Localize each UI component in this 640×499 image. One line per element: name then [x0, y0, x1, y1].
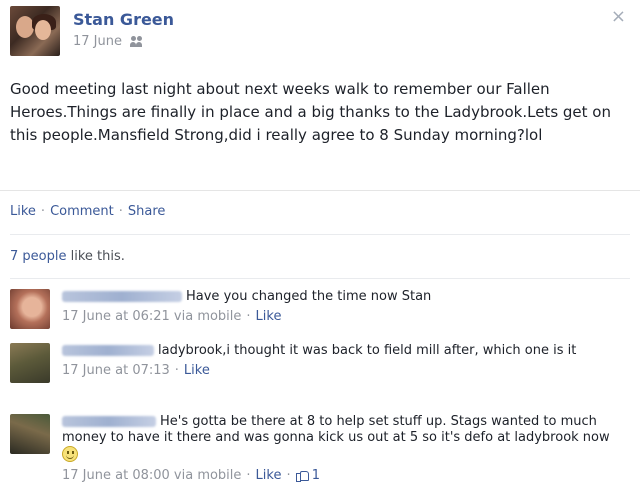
comment-body: ladybrook,i thought it was back to field…: [62, 343, 628, 379]
comment-avatar[interactable]: [10, 343, 50, 383]
post-actions: Like · Comment · Share: [10, 204, 165, 219]
separator: ·: [286, 468, 291, 483]
share-button[interactable]: Share: [128, 204, 166, 219]
comment-like-button[interactable]: Like: [256, 468, 282, 483]
friends-icon[interactable]: [130, 35, 144, 48]
close-icon[interactable]: ×: [611, 6, 626, 27]
comment-avatar[interactable]: [10, 414, 50, 454]
separator: ·: [40, 204, 46, 219]
comment-meta: 17 June at 08:00 via mobile · Like · 1: [62, 468, 628, 484]
comment-time[interactable]: 17 June at 08:00 via mobile: [62, 468, 241, 483]
comment-avatar[interactable]: [10, 289, 50, 329]
comment-text: ladybrook,i thought it was back to field…: [158, 343, 577, 358]
comment-time[interactable]: 17 June at 07:13: [62, 363, 170, 378]
separator: ·: [118, 204, 123, 219]
like-button[interactable]: Like: [10, 204, 36, 219]
like-count: 1: [311, 468, 321, 483]
commenter-name[interactable]: [62, 345, 154, 356]
separator: ·: [174, 363, 179, 378]
commenter-name[interactable]: [62, 416, 156, 427]
commenter-name[interactable]: [62, 291, 182, 302]
thumbs-up-icon: [295, 469, 309, 482]
author-name[interactable]: Stan Green: [73, 10, 174, 29]
comment-like-count[interactable]: 1: [295, 468, 321, 483]
comment-text: Have you changed the time now Stan: [186, 289, 432, 304]
separator: ·: [246, 309, 251, 324]
comment-meta: 17 June at 06:21 via mobile · Like: [62, 309, 628, 325]
comment-button[interactable]: Comment: [50, 204, 114, 219]
likes-suffix: like this.: [66, 249, 125, 264]
comment-like-button[interactable]: Like: [256, 309, 282, 324]
divider: [10, 278, 630, 279]
comment-meta: 17 June at 07:13 · Like: [62, 363, 628, 379]
post-header: Stan Green 17 June ×: [10, 6, 630, 58]
comment-like-button[interactable]: Like: [184, 363, 210, 378]
separator: ·: [246, 468, 251, 483]
divider: [0, 190, 640, 191]
comment-time[interactable]: 17 June at 06:21 via mobile: [62, 309, 241, 324]
post-date[interactable]: 17 June: [73, 34, 122, 49]
post-meta: 17 June: [73, 34, 144, 49]
comment-body: Have you changed the time now Stan 17 Ju…: [62, 289, 628, 325]
avatar[interactable]: [10, 6, 60, 56]
likes-people-link[interactable]: 7 people: [10, 249, 66, 264]
post-text: Good meeting last night about next weeks…: [10, 80, 611, 144]
likes-summary: 7 people like this.: [10, 249, 125, 264]
divider: [10, 234, 630, 235]
comment-body: He's gotta be there at 8 to help set stu…: [62, 414, 628, 484]
smiley-emoji-icon: [62, 446, 78, 462]
